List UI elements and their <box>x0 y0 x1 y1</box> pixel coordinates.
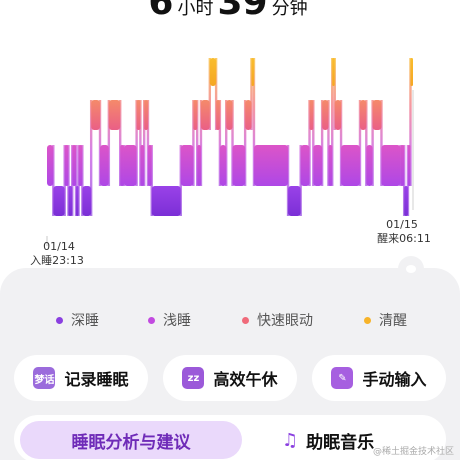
minutes-unit: 分钟 <box>271 0 308 19</box>
music-note-icon: ♫ <box>282 429 299 451</box>
legend-label: 清醒 <box>379 313 407 329</box>
segment-light <box>100 145 109 186</box>
sleep-duration-summary: 6 小时 39 分钟 <box>0 0 460 23</box>
efficient-nap-label: 高效午休 <box>213 370 278 389</box>
segment-light <box>313 145 323 186</box>
segment-light <box>381 145 401 186</box>
watermark: @稀土掘金技术社区 <box>372 447 454 457</box>
segment-rem <box>334 100 342 130</box>
legend-light-sleep: 浅睡 <box>148 310 191 330</box>
legend-label: 深睡 <box>71 313 99 329</box>
end-date-label: 01/15 <box>386 218 418 231</box>
segment-light <box>328 145 333 186</box>
segment-light <box>300 145 310 186</box>
efficient-nap-button[interactable]: zz 高效午休 <box>163 355 297 401</box>
manual-input-button[interactable]: ✎ 手动输入 <box>312 355 446 401</box>
segment-awake <box>209 58 217 86</box>
tab-sleep-analysis-label: 睡眠分析与建议 <box>71 432 191 453</box>
legend-rem: 快速眼动 <box>242 310 313 330</box>
tab-sleep-music-label: 助眠音乐 <box>306 432 375 453</box>
segment-awake <box>332 58 335 86</box>
segment-rem <box>372 100 382 130</box>
segment-deep <box>151 186 181 216</box>
segment-light <box>366 145 373 186</box>
segment-deep <box>76 186 79 216</box>
sleep-stage-chart[interactable]: 01/14 入睡23:13 01/15 醒来06:11 <box>0 40 460 280</box>
segment-rem <box>359 100 367 130</box>
segment-light <box>341 145 360 186</box>
segment-rem <box>144 100 148 130</box>
record-sleep-label: 记录睡眠 <box>64 370 129 389</box>
chart-scrub-handle[interactable] <box>398 256 424 282</box>
light-sleep-dot <box>148 316 155 324</box>
segment-rem <box>91 100 100 130</box>
segment-deep <box>68 186 73 216</box>
start-time-label: 入睡23:13 <box>30 254 84 267</box>
segment-light <box>120 145 124 186</box>
legend-label: 快速眼动 <box>257 313 313 329</box>
segment-rem <box>322 100 329 130</box>
rem-dot <box>242 316 249 324</box>
dream-record-icon: 梦话 <box>33 367 56 389</box>
segment-deep <box>288 186 301 216</box>
segment-deep <box>53 186 65 216</box>
segment-awake <box>251 58 254 86</box>
tab-sleep-music[interactable]: ♫ 助眠音乐 <box>282 421 374 459</box>
segment-rem <box>108 100 121 130</box>
segment-light <box>407 145 411 186</box>
segment-light <box>64 145 69 186</box>
record-sleep-button[interactable]: 梦话 记录睡眠 <box>14 355 148 401</box>
segment-rem <box>136 100 141 130</box>
sleep-hours-value: 6 <box>148 0 174 23</box>
manual-input-label: 手动输入 <box>362 370 427 389</box>
segment-rem <box>245 100 252 130</box>
start-date-label: 01/14 <box>43 240 75 253</box>
segment-rem <box>309 100 314 130</box>
stage-legend: 深睡 浅睡 快速眼动 清醒 <box>0 310 460 330</box>
awake-dot <box>364 316 371 324</box>
legend-awake: 清醒 <box>364 310 407 330</box>
segment-light <box>147 145 152 186</box>
segment-light <box>140 145 145 186</box>
end-time-label: 醒来06:11 <box>377 232 431 245</box>
nap-zz-icon: zz <box>182 367 205 389</box>
segment-rem <box>216 100 220 130</box>
segment-rem <box>226 100 233 130</box>
segment-light <box>180 145 194 186</box>
segment-deep <box>404 186 408 216</box>
segment-light <box>72 145 77 186</box>
segment-deep <box>82 186 92 216</box>
segment-light <box>219 145 227 186</box>
segment-light <box>78 145 83 186</box>
deep-sleep-dot <box>56 316 63 324</box>
segment-light <box>232 145 246 186</box>
segment-light <box>253 145 289 186</box>
segment-light <box>400 145 405 186</box>
segment-light <box>123 145 137 186</box>
segment-rem <box>193 100 198 130</box>
segment-awake <box>410 58 413 86</box>
segment-light <box>47 145 54 186</box>
segment-rem <box>200 100 210 130</box>
hours-unit: 小时 <box>177 0 214 19</box>
sleep-minutes-value: 39 <box>217 0 268 23</box>
legend-label: 浅睡 <box>163 313 191 329</box>
tab-sleep-analysis[interactable]: 睡眠分析与建议 <box>20 421 242 459</box>
note-edit-icon: ✎ <box>331 367 354 389</box>
segment-light <box>197 145 201 186</box>
legend-deep-sleep: 深睡 <box>56 310 99 330</box>
